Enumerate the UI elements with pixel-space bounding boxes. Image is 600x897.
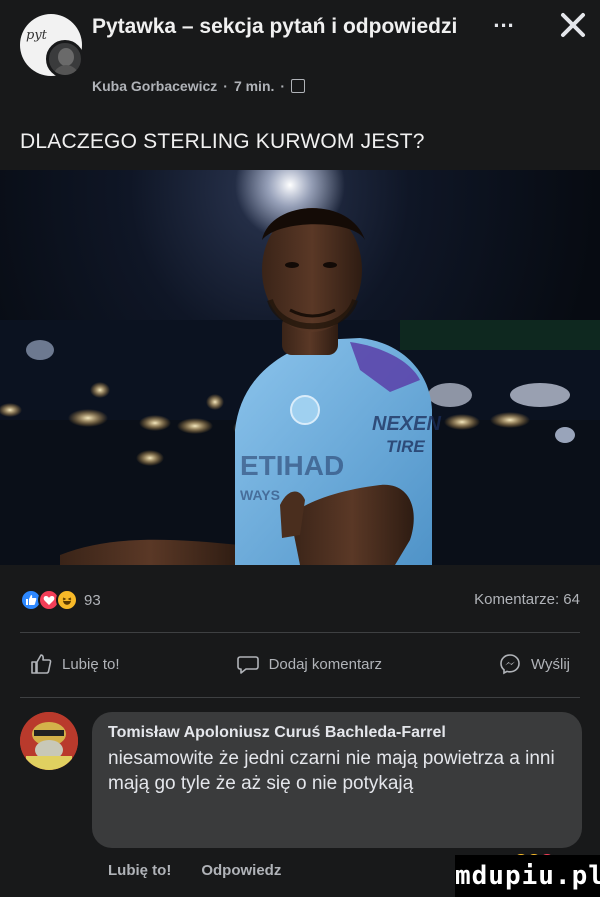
messenger-icon [500, 654, 520, 675]
comment-bubble: Tomisław Apoloniusz Curuś Bachleda-Farre… [92, 712, 582, 848]
comment-bubble-icon [236, 656, 259, 674]
comment-like-button[interactable]: Lubię to! [108, 862, 171, 879]
post-time[interactable]: 7 min. [234, 78, 274, 94]
commenter-avatar[interactable] [20, 712, 78, 770]
group-title[interactable]: Pytawka – sekcja pytań i odpowiedzi [92, 14, 472, 40]
jersey-shirt-sub: WAYS [240, 487, 280, 503]
club-badge [290, 395, 320, 425]
watermark: mdupiu.pl [455, 855, 600, 897]
stadium-green-band [400, 320, 600, 350]
author-avatar[interactable] [46, 40, 84, 78]
post-text: DLACZEGO STERLING KURWOM JEST? [20, 130, 425, 153]
like-button[interactable]: Lubię to! [20, 649, 130, 679]
comment-label: Dodaj komentarz [268, 655, 382, 673]
comment-author[interactable]: Tomisław Apoloniusz Curuś Bachleda-Farre… [108, 722, 566, 744]
post-photo[interactable]: NEXEN TIRE ETIHAD WAYS [0, 170, 600, 565]
send-button[interactable]: Wyślij [489, 649, 580, 679]
globe-icon [291, 79, 306, 93]
more-options-button[interactable]: ... [484, 9, 524, 40]
commenter-avatar-art [20, 712, 78, 770]
reaction-count: 93 [84, 591, 101, 609]
comment-button[interactable]: Dodaj komentarz [227, 649, 392, 679]
avatar-body [53, 65, 79, 75]
jersey-shirt-text: ETIHAD [240, 450, 344, 481]
meta-separator: · [223, 78, 228, 94]
author-name[interactable]: Kuba Gorbacewicz [92, 78, 217, 94]
reactions-summary[interactable]: 93 [20, 589, 101, 611]
close-icon[interactable] [556, 8, 590, 42]
comment-text: niesamowite że jedni czarni nie mają pow… [108, 748, 555, 794]
haha-icon [56, 589, 78, 611]
jersey-sponsor-text: NEXEN [372, 413, 441, 435]
photo-illustration: NEXEN TIRE ETIHAD WAYS [0, 170, 600, 565]
post-header: pyt Pytawka – sekcja pytań i odpowiedzi … [0, 0, 600, 120]
comment-count[interactable]: Komentarze: 64 [474, 591, 580, 608]
post-meta: Kuba Gorbacewicz · 7 min. · [92, 78, 306, 94]
send-label: Wyślij [530, 655, 570, 673]
like-label: Lubię to! [62, 655, 120, 673]
comment-reply-button[interactable]: Odpowiedz [201, 862, 281, 879]
comment-actions: Lubię to! Odpowiedz [108, 862, 281, 879]
divider [20, 697, 580, 698]
avatar-face [58, 48, 74, 66]
avatar-scribble: pyt [26, 28, 47, 43]
divider [20, 632, 580, 633]
thumbs-up-icon [31, 654, 52, 674]
jersey-sponsor-sub: TIRE [386, 437, 425, 456]
meta-separator: · [280, 78, 286, 94]
post-actions-bar: Lubię to! Dodaj komentarz Wyślij [20, 644, 580, 684]
